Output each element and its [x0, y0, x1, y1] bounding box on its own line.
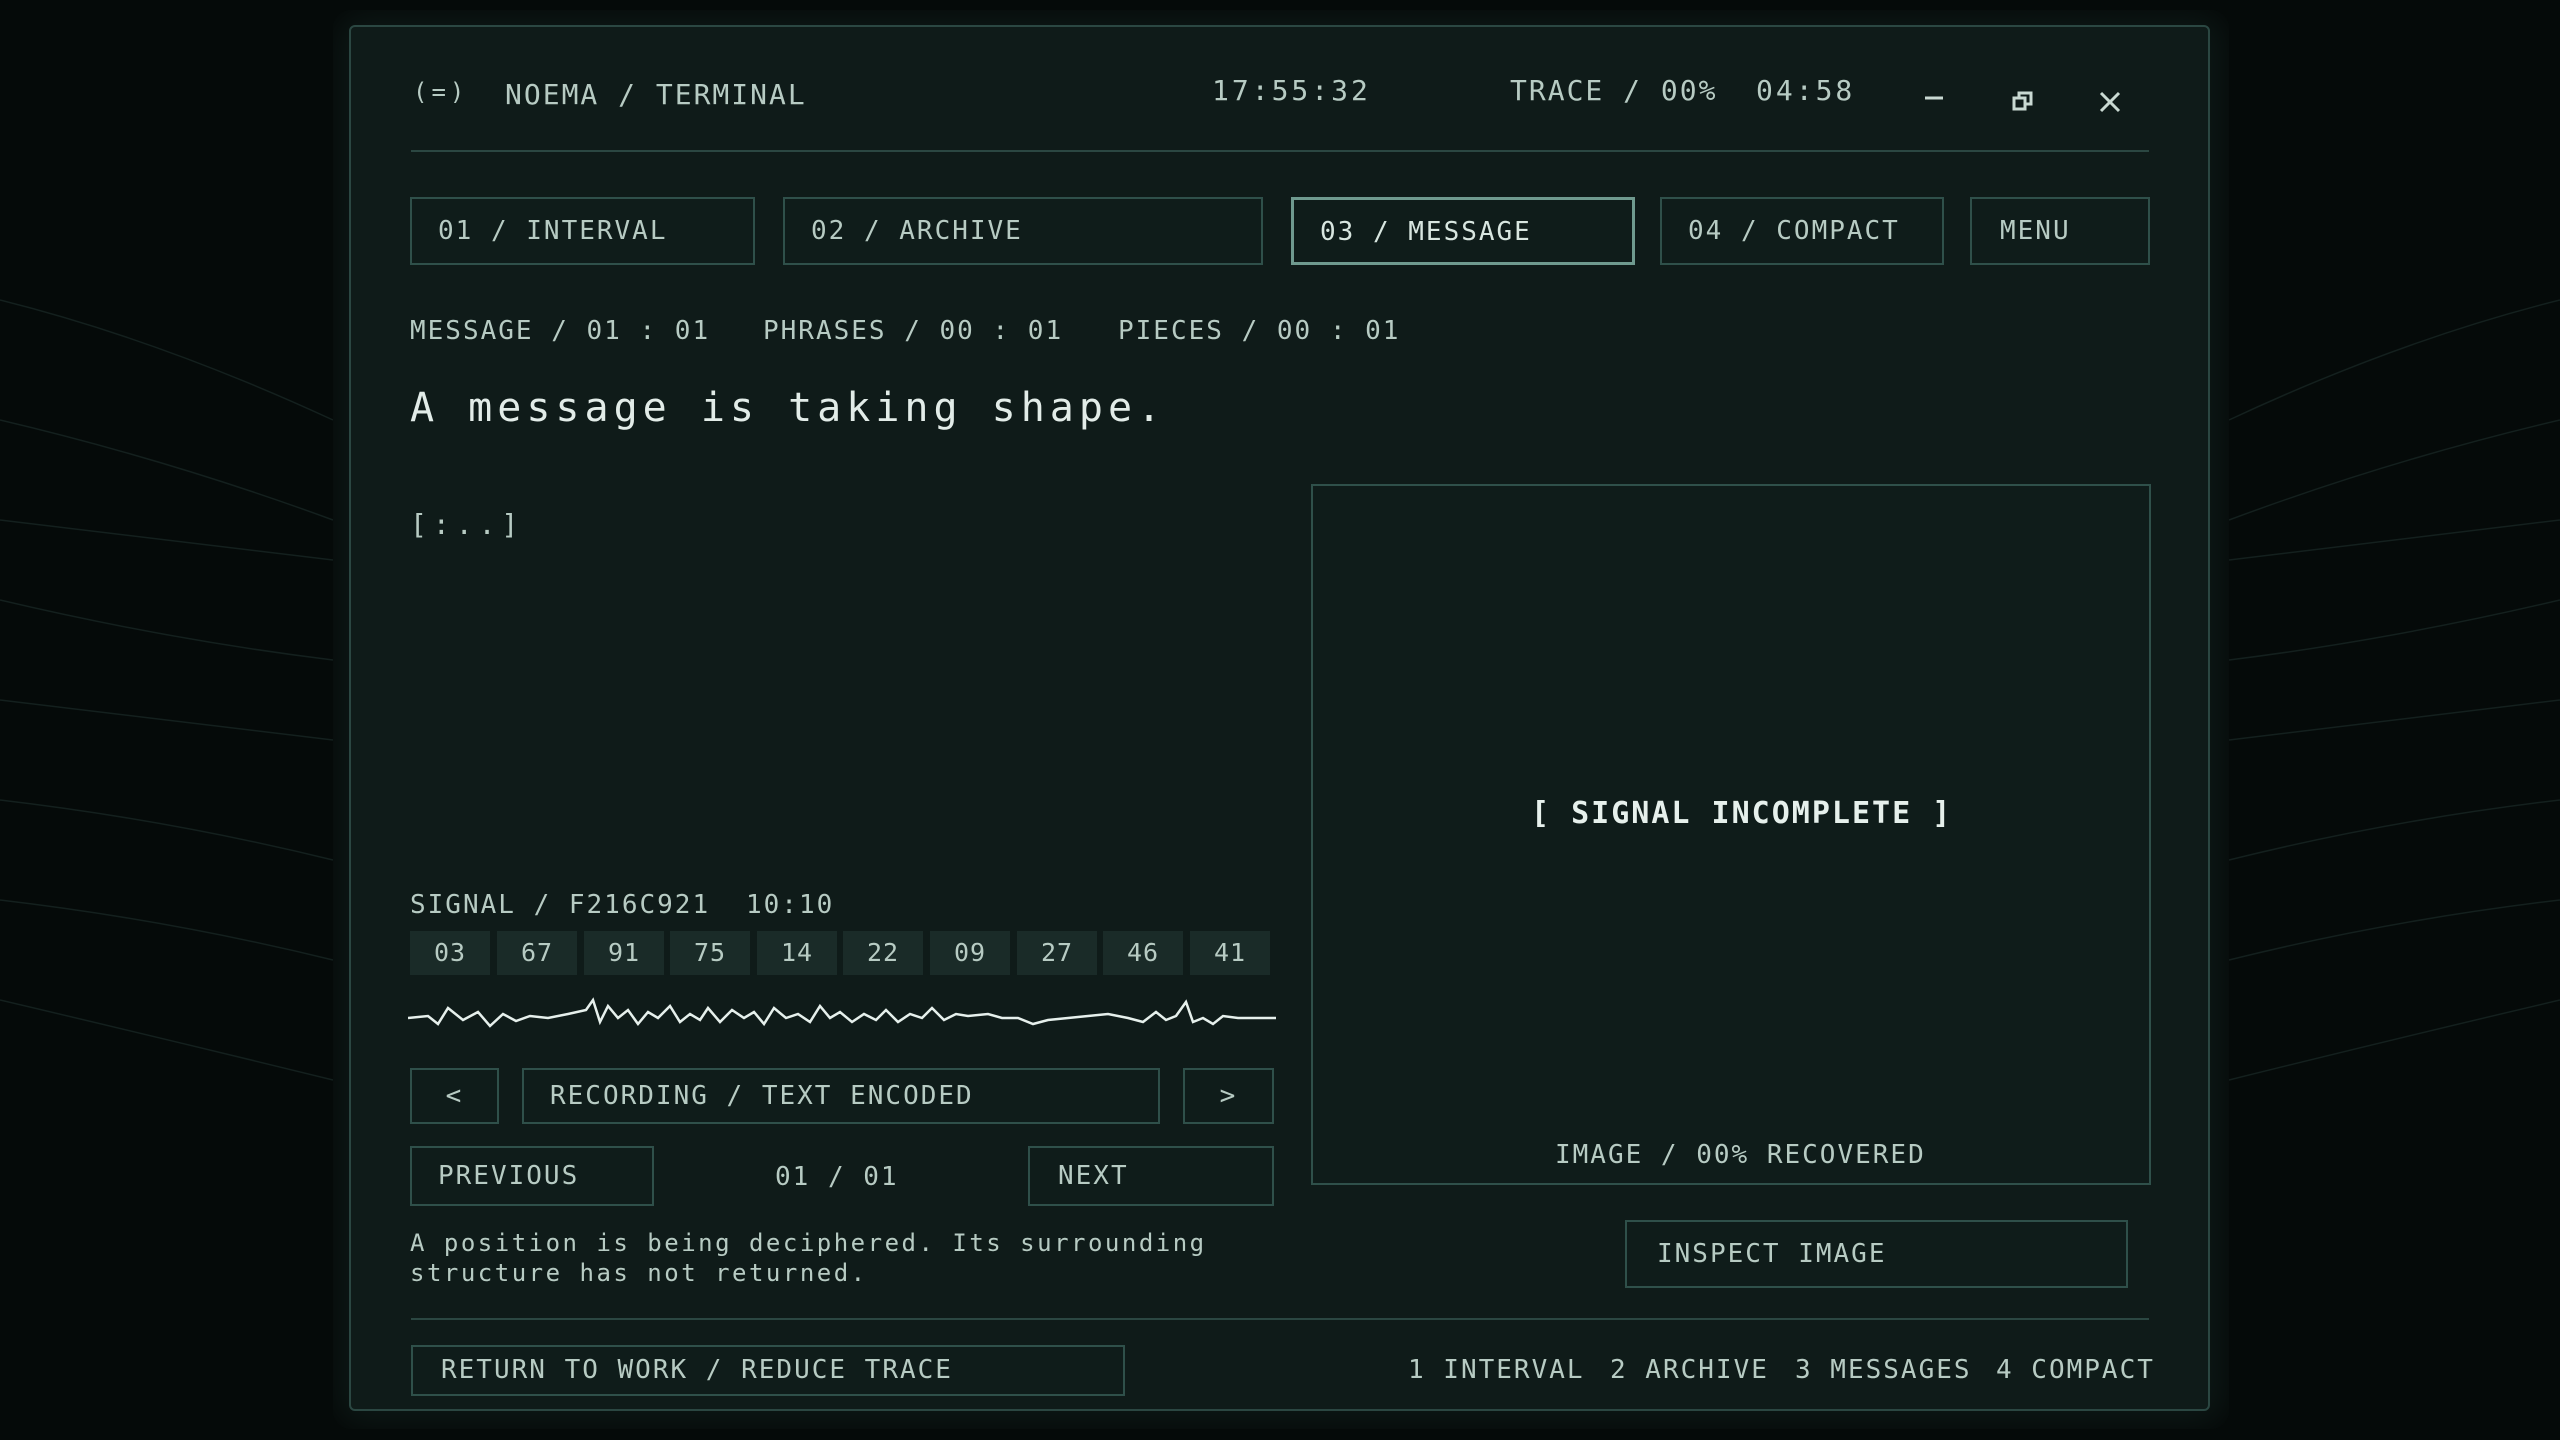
- signal-id: SIGNAL / F216C921: [410, 890, 711, 920]
- signal-cell: 03: [410, 931, 490, 975]
- return-to-work-button[interactable]: RETURN TO WORK / REDUCE TRACE: [411, 1345, 1125, 1396]
- message-placeholder: [:..]: [410, 508, 525, 541]
- signal-cell: 67: [497, 931, 577, 975]
- inspect-image-button[interactable]: INSPECT IMAGE: [1625, 1220, 2128, 1288]
- tab-message[interactable]: 03 / MESSAGE: [1291, 197, 1635, 265]
- recording-label: RECORDING / TEXT ENCODED: [522, 1068, 1160, 1124]
- shortcut-messages[interactable]: 3 MESSAGES: [1795, 1355, 1972, 1385]
- signal-cell: 41: [1190, 931, 1270, 975]
- recording-prev-button[interactable]: <: [410, 1068, 499, 1124]
- shortcut-interval[interactable]: 1 INTERVAL: [1408, 1355, 1585, 1385]
- minimize-icon[interactable]: [1922, 76, 1946, 114]
- trace-level: TRACE / 00%: [1510, 74, 1718, 107]
- page-counter: 01 / 01: [775, 1162, 899, 1192]
- signal-cell: 09: [930, 931, 1010, 975]
- recording-next-button[interactable]: >: [1183, 1068, 1274, 1124]
- headline: A message is taking shape.: [410, 385, 1167, 431]
- signal-waveform: [408, 997, 1276, 1028]
- title-divider: [411, 150, 2149, 152]
- tab-archive[interactable]: 02 / ARCHIVE: [783, 197, 1263, 265]
- clock: 17:55:32: [1212, 74, 1371, 107]
- signal-incomplete-label: [ SIGNAL INCOMPLETE ]: [1531, 796, 1953, 831]
- signal-cell: 27: [1017, 931, 1097, 975]
- signal-time: 10:10: [746, 890, 835, 920]
- shortcut-archive[interactable]: 2 ARCHIVE: [1610, 1355, 1769, 1385]
- tab-interval[interactable]: 01 / INTERVAL: [410, 197, 755, 265]
- image-recovered-label: IMAGE / 00% RECOVERED: [1555, 1140, 1926, 1170]
- description-line-1: A position is being deciphered. Its surr…: [410, 1229, 1207, 1257]
- trace-timer: 04:58: [1756, 74, 1856, 107]
- signal-cell: 22: [843, 931, 923, 975]
- image-panel: [1311, 484, 2151, 1185]
- menu-button[interactable]: MENU: [1970, 197, 2150, 265]
- message-counter: MESSAGE / 01 : 01: [410, 316, 711, 346]
- previous-button[interactable]: PREVIOUS: [410, 1146, 654, 1206]
- pieces-counter: PIECES / 00 : 01: [1118, 316, 1401, 346]
- signal-cell: 14: [757, 931, 837, 975]
- tab-compact[interactable]: 04 / COMPACT: [1660, 197, 1944, 265]
- signal-cell: 75: [670, 931, 750, 975]
- close-icon[interactable]: [2099, 83, 2121, 121]
- app-logo: (=): [413, 78, 469, 106]
- signal-cell: 91: [584, 931, 664, 975]
- next-button[interactable]: NEXT: [1028, 1146, 1274, 1206]
- signal-cell: 46: [1103, 931, 1183, 975]
- restore-icon[interactable]: [2012, 82, 2034, 120]
- shortcut-compact[interactable]: 4 COMPACT: [1996, 1355, 2155, 1385]
- description-line-2: structure has not returned.: [410, 1259, 868, 1287]
- phrases-counter: PHRASES / 00 : 01: [763, 316, 1064, 346]
- footer-divider: [411, 1318, 2149, 1320]
- window-title: NOEMA / TERMINAL: [505, 78, 807, 111]
